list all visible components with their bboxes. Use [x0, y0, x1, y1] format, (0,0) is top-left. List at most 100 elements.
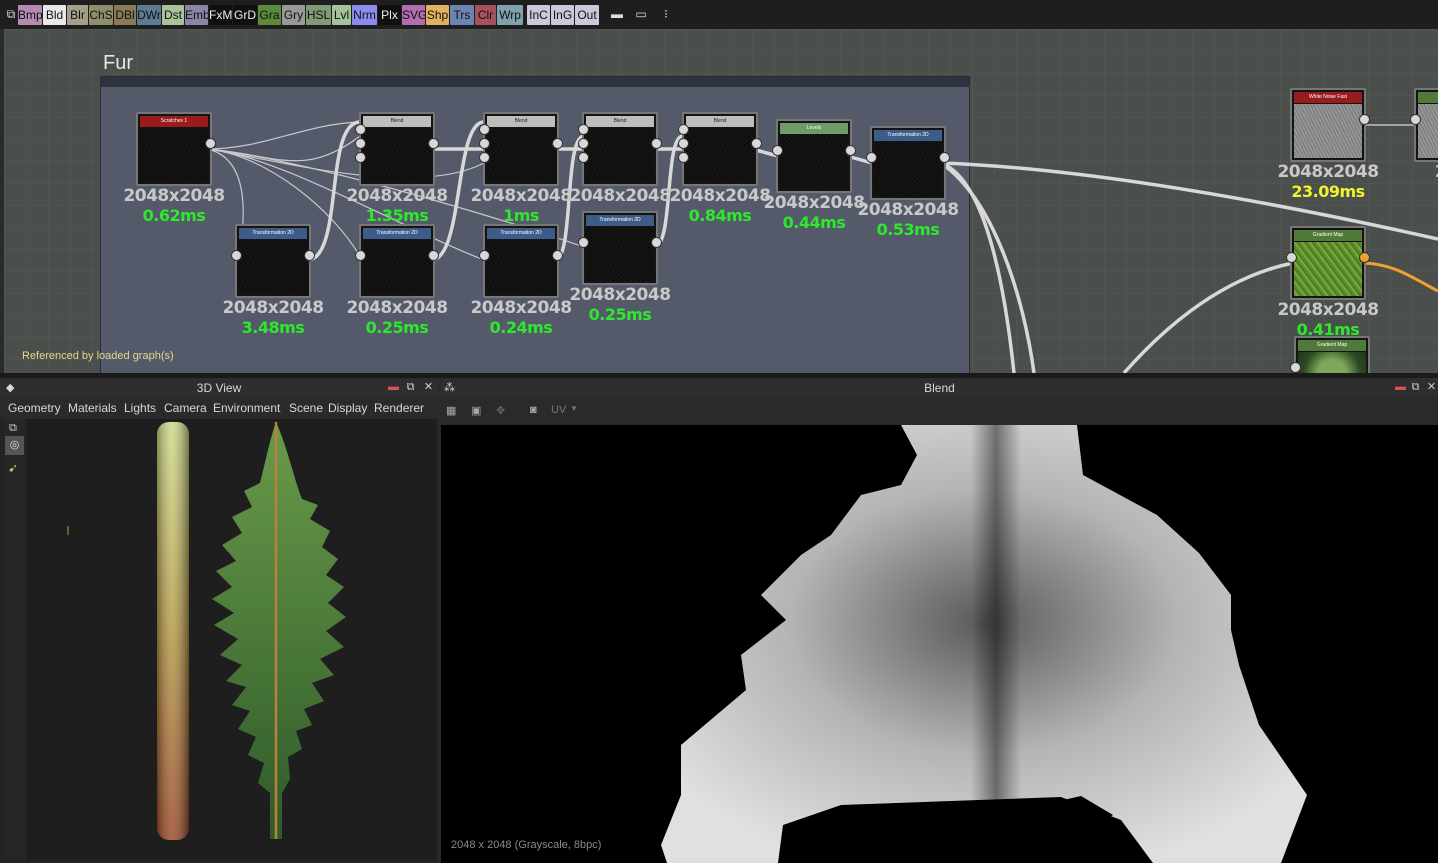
input-port[interactable] [678, 138, 689, 149]
input-port[interactable] [578, 237, 589, 248]
output-port[interactable] [552, 138, 563, 149]
graph-node[interactable]: Gradient Map [1286, 226, 1370, 300]
pin-panel-icon[interactable]: ▬ [1394, 381, 1407, 394]
snapshot-icon[interactable]: ◙ [530, 404, 537, 416]
frame-icon[interactable]: ▭ [633, 6, 649, 22]
output-port[interactable] [845, 145, 856, 156]
input-port[interactable] [578, 152, 589, 163]
pin-icon[interactable]: ⁝ [658, 6, 674, 22]
output-port[interactable] [651, 237, 662, 248]
output-port[interactable] [1359, 114, 1370, 125]
input-port[interactable] [479, 124, 490, 135]
external-link-icon[interactable]: ⧉ [4, 6, 18, 22]
input-port[interactable] [1286, 252, 1297, 263]
light-tool-icon[interactable]: ➹ [8, 461, 18, 475]
float-icon[interactable]: ⧉ [1409, 381, 1422, 394]
output-port[interactable] [1359, 252, 1370, 263]
category-button-18[interactable]: Trs [450, 5, 474, 25]
input-port[interactable] [479, 152, 490, 163]
graph-node[interactable]: Transformation 2D [578, 211, 662, 285]
graph-node[interactable]: Blend [678, 112, 762, 186]
category-button-8[interactable]: FxM [209, 5, 232, 25]
menu-renderer[interactable]: Renderer [374, 401, 424, 415]
menu-display[interactable]: Display [328, 401, 367, 415]
3d-viewport[interactable] [26, 419, 436, 859]
menu-geometry[interactable]: Geometry [8, 401, 61, 415]
category-button-3[interactable]: ChS [89, 5, 113, 25]
input-port[interactable] [355, 138, 366, 149]
graph-node[interactable]: Blend [355, 112, 439, 186]
graph-node[interactable]: Gradient Map [1290, 336, 1370, 373]
uv-toggle[interactable]: UV [551, 404, 566, 416]
category-button-13[interactable]: Lvl [332, 5, 351, 25]
category-button-9[interactable]: GrD [233, 5, 257, 25]
channels-icon[interactable]: ▦ [446, 404, 456, 417]
input-port[interactable] [231, 250, 242, 261]
category-button-14[interactable]: Nrm [352, 5, 377, 25]
category-button-5[interactable]: DWr [137, 5, 161, 25]
category-button-19[interactable]: Clr [475, 5, 496, 25]
graph-node[interactable]: White Noise Fast [1290, 88, 1370, 162]
category-button-21[interactable]: InC [527, 5, 550, 25]
input-port[interactable] [866, 152, 877, 163]
float-icon[interactable]: ⧉ [404, 381, 417, 394]
camera-icon[interactable]: ◎ [5, 436, 24, 455]
menu-camera[interactable]: Camera [164, 401, 207, 415]
tiling-icon[interactable]: ✥ [496, 404, 505, 417]
graph-node[interactable]: Blend [578, 112, 662, 186]
input-port[interactable] [772, 145, 783, 156]
graph-node[interactable]: Transformation 2D [866, 126, 950, 200]
input-port[interactable] [1290, 362, 1301, 373]
category-button-15[interactable]: Plx [378, 5, 401, 25]
graph-node[interactable]: Scratches 1 [136, 112, 216, 186]
output-port[interactable] [428, 138, 439, 149]
input-port[interactable] [479, 250, 490, 261]
graph-node[interactable]: Transformation 2D [355, 224, 439, 298]
category-button-0[interactable]: Bmp [18, 5, 42, 25]
category-button-7[interactable]: Emb [185, 5, 208, 25]
category-button-23[interactable]: Out [575, 5, 599, 25]
input-port[interactable] [578, 124, 589, 135]
menu-lights[interactable]: Lights [124, 401, 156, 415]
menu-materials[interactable]: Materials [68, 401, 117, 415]
input-port[interactable] [355, 124, 366, 135]
input-port[interactable] [355, 250, 366, 261]
export-icon[interactable]: ⧉ [9, 422, 17, 435]
output-port[interactable] [205, 138, 216, 149]
close-icon[interactable]: ✕ [422, 381, 435, 394]
output-port[interactable] [751, 138, 762, 149]
input-port[interactable] [678, 124, 689, 135]
input-port[interactable] [479, 138, 490, 149]
category-button-10[interactable]: Gra [258, 5, 281, 25]
category-button-4[interactable]: DBl [114, 5, 136, 25]
graph-node[interactable]: Blend [479, 112, 563, 186]
close-icon[interactable]: ✕ [1425, 381, 1438, 394]
category-button-16[interactable]: SVG [402, 5, 425, 25]
category-button-17[interactable]: Shp [426, 5, 449, 25]
comment-icon[interactable]: ▬ [609, 6, 625, 22]
output-port[interactable] [939, 152, 950, 163]
chevron-down-icon[interactable]: ▼ [570, 404, 578, 413]
category-button-1[interactable]: Bld [43, 5, 66, 25]
graph-node[interactable]: Transformation 2D [231, 224, 315, 298]
output-port[interactable] [428, 250, 439, 261]
menu-scene[interactable]: Scene [289, 401, 323, 415]
category-button-2[interactable]: Blr [67, 5, 88, 25]
menu-environment[interactable]: Environment [213, 401, 280, 415]
input-port[interactable] [355, 152, 366, 163]
category-button-11[interactable]: Gry [282, 5, 305, 25]
input-port[interactable] [578, 138, 589, 149]
category-button-12[interactable]: HSL [306, 5, 331, 25]
node-graph[interactable]: Fur Referenced by loaded graph(s) Scratc… [4, 29, 1438, 373]
category-button-6[interactable]: Dst [162, 5, 184, 25]
pin-panel-icon[interactable]: ▬ [387, 381, 400, 394]
2d-image-canvas[interactable] [441, 425, 1438, 863]
save-icon[interactable]: ▣ [471, 404, 481, 417]
output-port[interactable] [651, 138, 662, 149]
category-button-20[interactable]: Wrp [497, 5, 523, 25]
graph-node[interactable]: Levels [772, 119, 856, 193]
graph-node[interactable]: Transformation 2D [479, 224, 563, 298]
category-button-22[interactable]: InG [551, 5, 574, 25]
input-port[interactable] [678, 152, 689, 163]
output-port[interactable] [304, 250, 315, 261]
